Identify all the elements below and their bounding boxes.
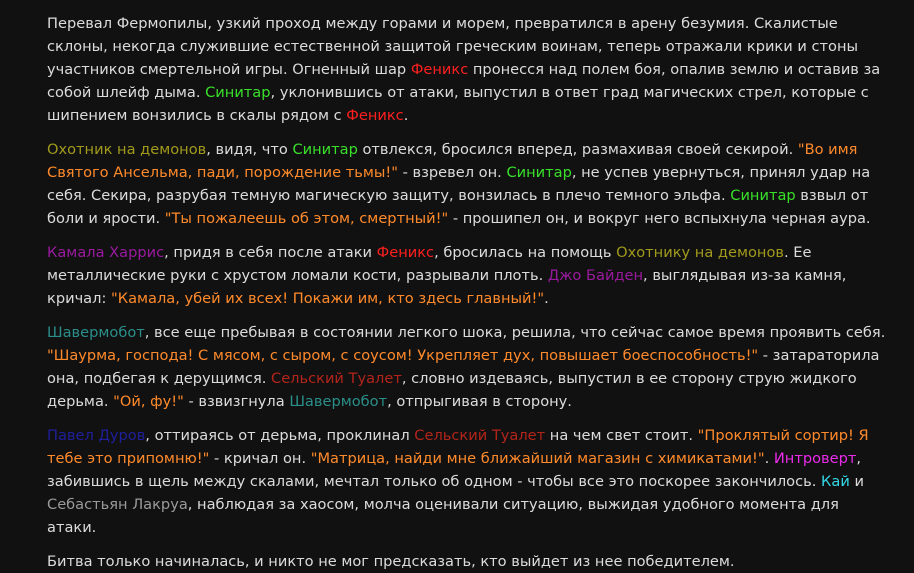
character-name: Камала Харрис xyxy=(47,244,165,261)
narration-text: - кричал он. xyxy=(209,450,311,467)
story-paragraph: Охотник на демонов, видя, что Синитар от… xyxy=(47,138,886,230)
dialogue-quote: "Камала, убей их всех! Покажи им, кто зд… xyxy=(111,290,545,307)
character-name: Синитар xyxy=(205,84,271,101)
story-paragraph: Камала Харрис, придя в себя после атаки … xyxy=(47,241,886,310)
story-paragraph: Павел Дуров, оттираясь от дерьма, прокли… xyxy=(47,424,886,539)
story-text: Перевал Фермопилы, узкий проход между го… xyxy=(0,0,914,573)
narration-text: . xyxy=(403,107,409,124)
character-name: Охотник на демонов xyxy=(47,141,207,158)
narration-text: , отпрыгивая в сторону. xyxy=(387,393,572,410)
character-name: Синитар xyxy=(730,187,796,204)
character-name: Феникс xyxy=(346,107,404,124)
narration-text: . xyxy=(764,450,774,467)
character-name: Шавермобот xyxy=(289,393,388,410)
character-name: Павел Дуров xyxy=(47,427,146,444)
narration-text: , оттираясь от дерьма, проклинал xyxy=(145,427,415,444)
character-name: Синитар xyxy=(506,164,572,181)
character-name: Феникс xyxy=(376,244,435,261)
narration-text: - взревел он. xyxy=(397,164,507,181)
dialogue-quote: "Ты пожалеешь об этом, смертный!" xyxy=(164,210,449,227)
narration-text: . xyxy=(544,290,549,307)
character-name: Сельский Туалет xyxy=(414,427,546,444)
character-name: Феникс xyxy=(410,61,469,78)
narration-text: - взвизгнула xyxy=(183,393,290,410)
character-name: Шавермобот xyxy=(47,324,145,341)
narration-text: отвлекся, бросился вперед, размахивая св… xyxy=(357,141,798,158)
character-name: Джо Байден xyxy=(547,267,644,284)
dialogue-quote: "Шаурма, господа! С мясом, с сыром, с со… xyxy=(47,347,759,364)
story-paragraph: Битва только начиналась, и никто не мог … xyxy=(47,550,886,573)
character-name: Интроверт xyxy=(773,450,857,467)
narration-text: , видя, что xyxy=(206,141,293,158)
character-name: Синитар xyxy=(292,141,358,158)
dialogue-quote: "Ой, фу!" xyxy=(113,393,184,410)
narration-text: Битва только начиналась, и никто не мог … xyxy=(47,553,735,570)
narration-text: , все еще пребывая в состоянии легкого ш… xyxy=(144,324,886,341)
narration-text: и xyxy=(849,473,864,490)
character-name: Сельский Туалет xyxy=(271,370,402,387)
narration-text: - прошипел он, и вокруг него вспыхнула ч… xyxy=(448,210,871,227)
dialogue-quote: "Матрица, найди мне ближайший магазин с … xyxy=(310,450,765,467)
story-paragraph: Перевал Фермопилы, узкий проход между го… xyxy=(47,12,886,127)
character-name: Себастьян Лакруа xyxy=(47,496,188,513)
narration-text: , бросилась на помощь xyxy=(434,244,617,261)
narration-text: , придя в себя после атаки xyxy=(164,244,377,261)
character-name: Кай xyxy=(821,473,850,490)
narration-text: на чем свет стоит. xyxy=(545,427,698,444)
character-name: Охотнику на демонов xyxy=(616,244,784,261)
story-paragraph: Шавермобот, все еще пребывая в состоянии… xyxy=(47,321,886,413)
